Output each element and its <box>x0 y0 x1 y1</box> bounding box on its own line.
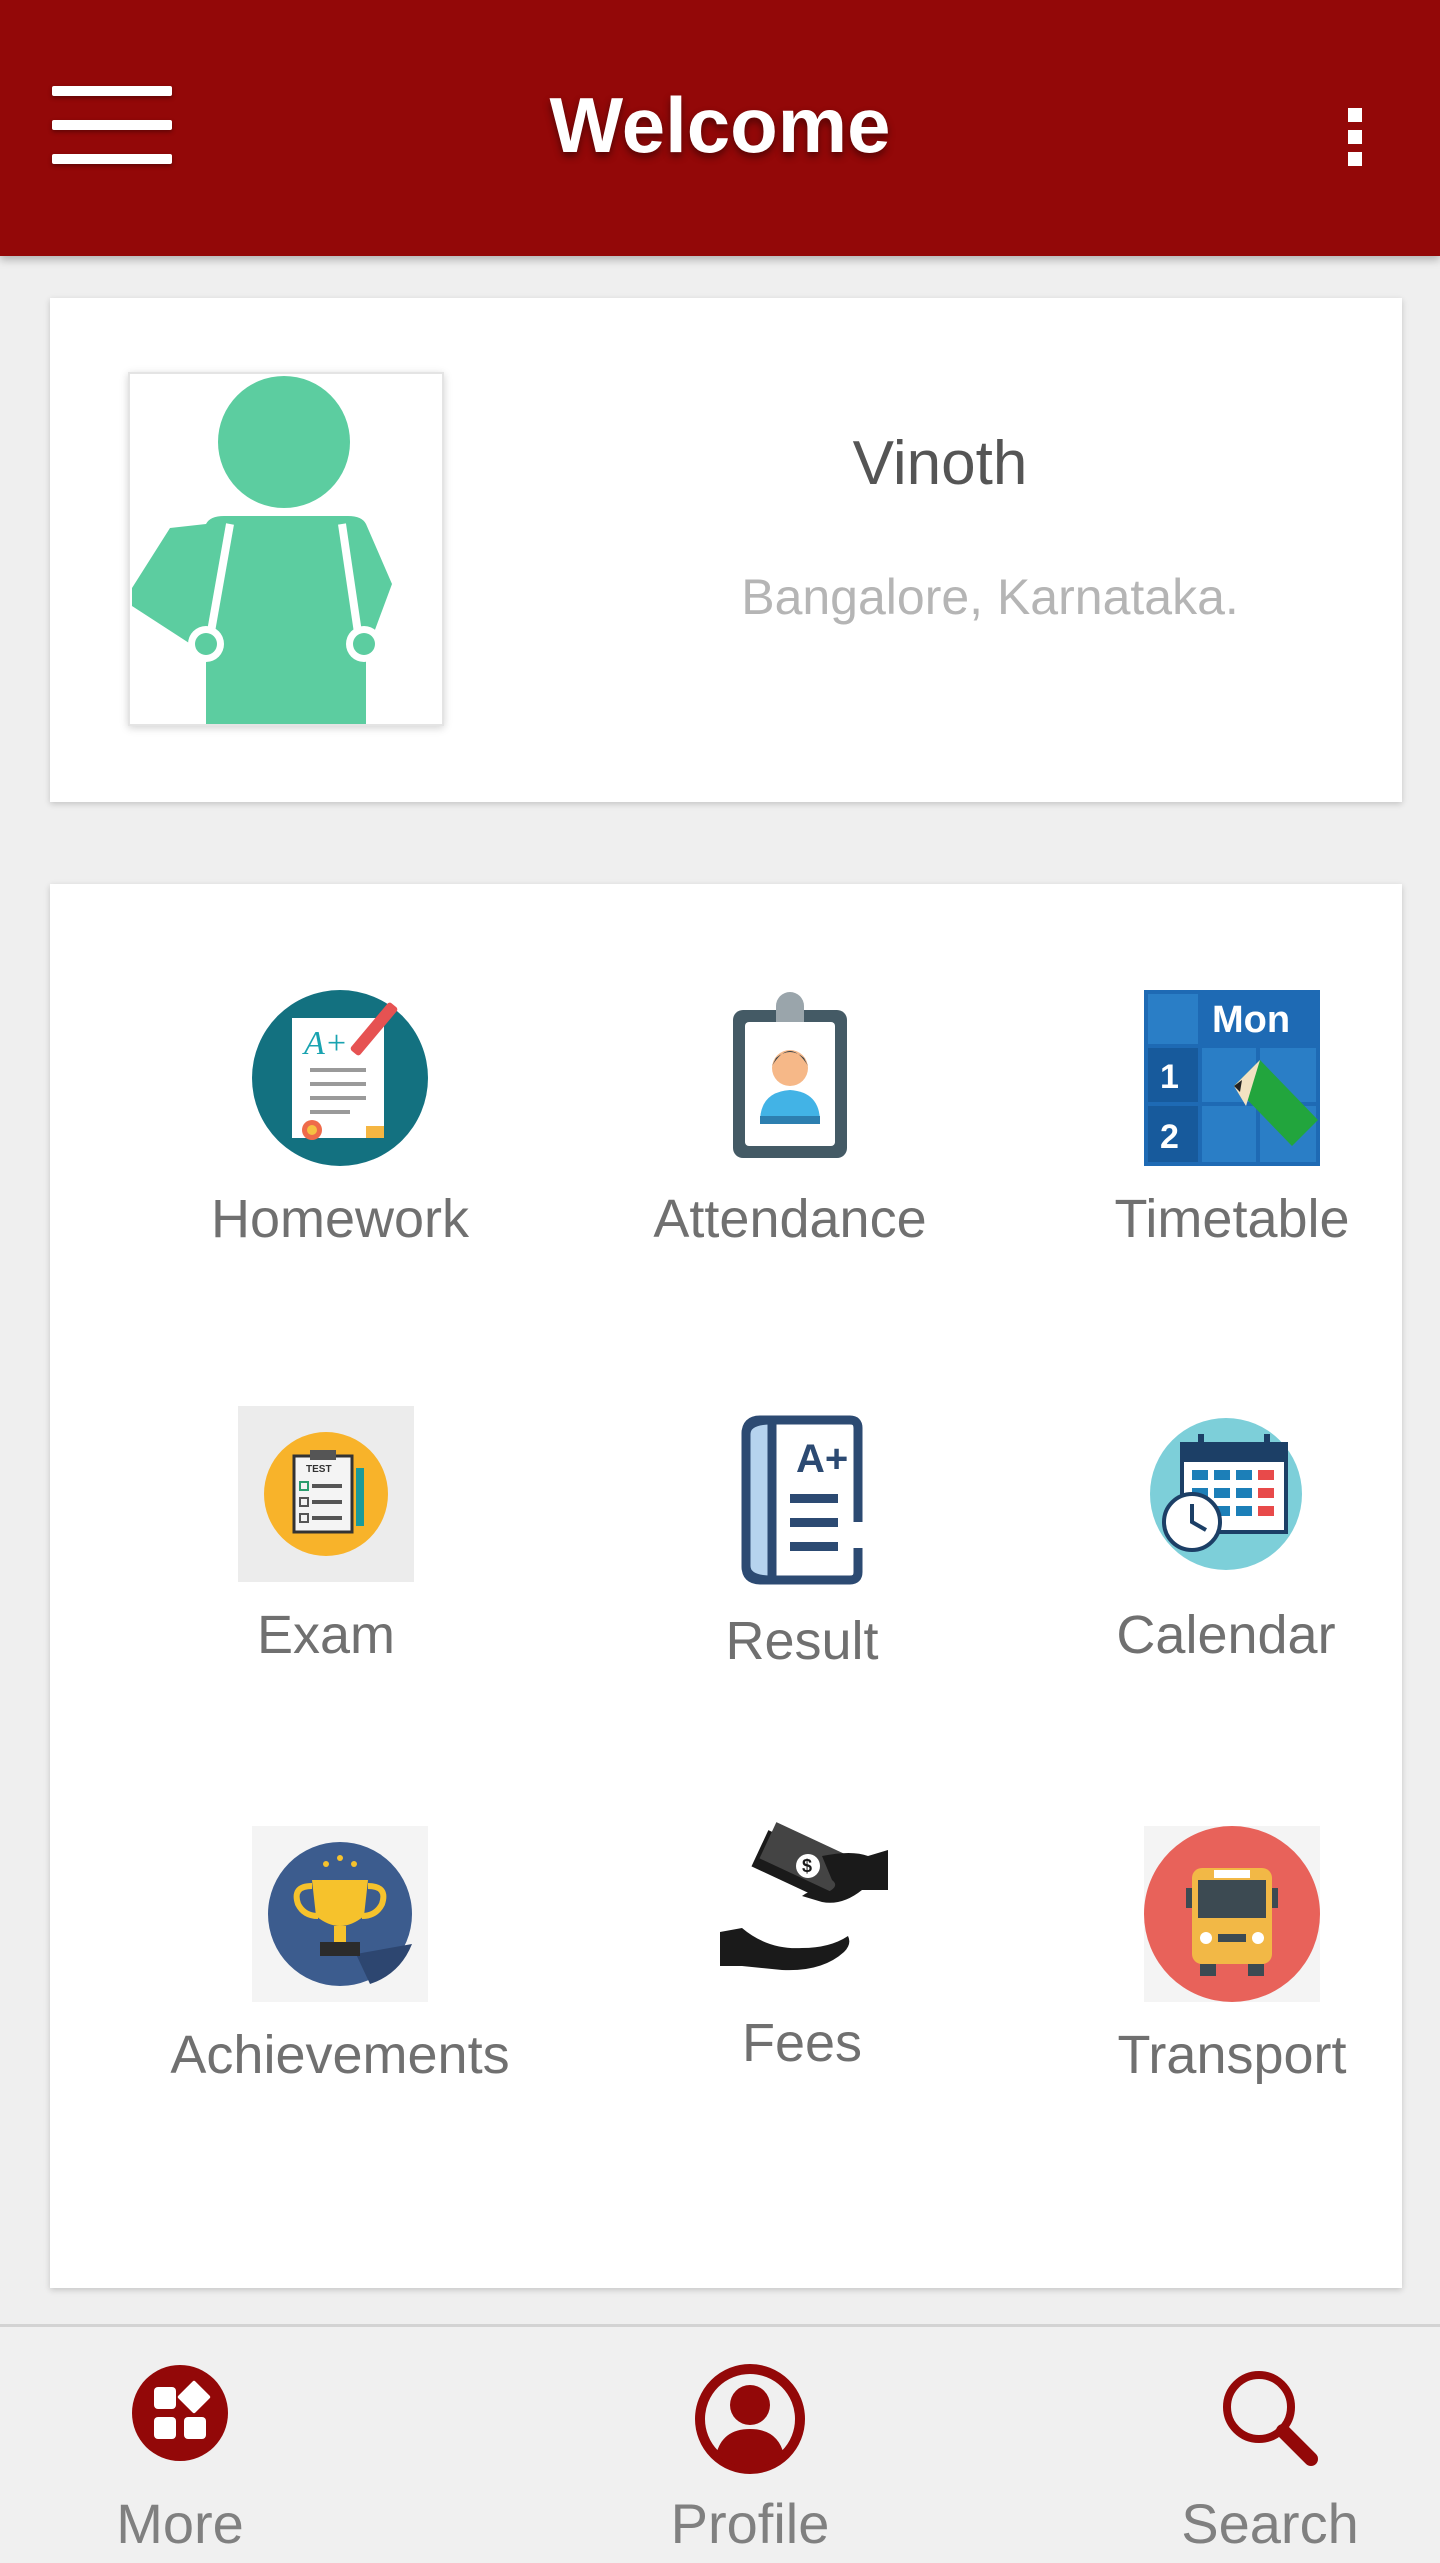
profile-card[interactable]: Vinoth Bangalore, Karnataka. <box>50 298 1402 802</box>
timetable-tile[interactable]: Mon 1 2 Timetable <box>1022 988 1440 1288</box>
nav-more-button[interactable]: More <box>60 2327 300 2563</box>
svg-text:A+: A+ <box>302 1025 348 1062</box>
nav-search-button[interactable]: Search <box>1150 2327 1390 2563</box>
tile-label: Transport <box>1117 2025 1347 2085</box>
tile-label: Calendar <box>1116 1605 1336 1665</box>
page-title: Welcome <box>549 81 891 169</box>
svg-text:TEST: TEST <box>306 1464 332 1475</box>
tile-label: Homework <box>210 1189 470 1249</box>
homework-tile[interactable]: A+ Homework <box>130 988 550 1288</box>
user-name: Vinoth <box>852 429 1028 498</box>
attendance-tile[interactable]: Attendance <box>580 988 1000 1288</box>
tile-label: Achievements <box>170 2025 510 2085</box>
nav-more-label: More <box>116 2492 244 2555</box>
transport-icon <box>1144 1826 1320 2002</box>
student-avatar-icon <box>128 372 444 726</box>
apps-icon <box>132 2365 228 2461</box>
svg-text:Mon: Mon <box>1212 999 1290 1041</box>
tile-label: Exam <box>256 1605 396 1665</box>
nav-search-label: Search <box>1181 2492 1359 2555</box>
app-bar: Welcome <box>0 0 1440 256</box>
tile-label: Fees <box>741 2013 863 2073</box>
more-vert-icon[interactable] <box>1336 100 1376 170</box>
nav-profile-label: Profile <box>670 2492 830 2555</box>
tile-label: Attendance <box>653 1189 927 1249</box>
achievements-icon <box>252 1826 428 2002</box>
attendance-icon <box>733 992 847 1158</box>
nav-profile-button[interactable]: Profile <box>620 2327 880 2563</box>
svg-text:1: 1 <box>1160 1058 1179 1096</box>
fees-icon: $ <box>720 1822 888 1971</box>
svg-text:2: 2 <box>1160 1118 1179 1156</box>
achievements-tile[interactable]: Achievements <box>130 1824 550 2124</box>
calendar-icon <box>1150 1418 1302 1570</box>
calendar-tile[interactable]: Calendar <box>1016 1404 1436 1704</box>
tile-label: Result <box>725 1611 879 1671</box>
fees-tile[interactable]: $ Fees <box>592 1816 1012 2116</box>
transport-tile[interactable]: Transport <box>1022 1824 1440 2124</box>
timetable-icon: Mon 1 2 <box>1144 990 1320 1166</box>
user-location: Bangalore, Karnataka. <box>741 569 1239 625</box>
person-icon <box>695 2364 805 2474</box>
exam-tile[interactable]: TEST Exam <box>116 1404 536 1704</box>
exam-icon: TEST <box>238 1406 414 1582</box>
result-icon: A+ <box>741 1415 866 1585</box>
homework-icon: A+ <box>252 990 428 1166</box>
tile-label: Timetable <box>1114 1189 1350 1249</box>
bottom-nav: More Profile Search <box>0 2324 1440 2563</box>
svg-text:A+: A+ <box>796 1437 848 1481</box>
svg-text:$: $ <box>802 1856 812 1876</box>
result-tile[interactable]: A+ Result <box>592 1410 1012 1710</box>
modules-grid: A+ Homework Attendance Mon 1 2 Timetable… <box>50 884 1402 2288</box>
search-icon <box>1223 2371 1318 2466</box>
